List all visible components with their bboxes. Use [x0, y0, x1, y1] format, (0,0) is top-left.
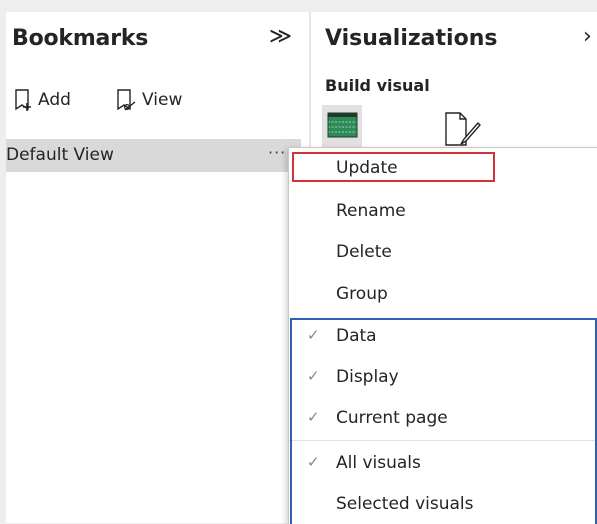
view-bookmark-label: View: [142, 90, 183, 110]
checkmark-icon: ✓: [307, 453, 320, 471]
bookmarks-title: Bookmarks: [12, 26, 149, 51]
build-visual-tab[interactable]: [322, 105, 362, 147]
menu-item-data[interactable]: ✓ Data: [289, 316, 597, 356]
bookmarks-pane: Bookmarks ≫ Add View Default View ···: [6, 12, 309, 523]
menu-item-label: Selected visuals: [336, 494, 474, 514]
menu-item-rename[interactable]: Rename: [289, 191, 597, 231]
add-bookmark-label: Add: [38, 90, 71, 110]
menu-item-group[interactable]: Group: [289, 274, 597, 314]
menu-separator: [289, 440, 597, 441]
menu-item-display[interactable]: ✓ Display: [289, 357, 597, 397]
menu-item-update[interactable]: Update: [289, 148, 597, 188]
bookmark-context-menu: Update Rename Delete Group ✓ Data ✓ Disp…: [288, 147, 597, 524]
menu-item-label: Update: [336, 158, 398, 178]
menu-item-label: Group: [336, 284, 388, 304]
checkmark-icon: ✓: [307, 367, 320, 385]
app-window: Bookmarks ≫ Add View Default View ··· Vi…: [0, 0, 597, 524]
table-visual-icon: [327, 112, 358, 138]
menu-item-label: Data: [336, 326, 377, 346]
menu-item-label: All visuals: [336, 453, 421, 473]
menu-item-delete[interactable]: Delete: [289, 232, 597, 272]
checkmark-icon: ✓: [307, 326, 320, 344]
collapse-pane-icon[interactable]: ≫: [269, 26, 292, 48]
menu-item-label: Delete: [336, 242, 392, 262]
add-bookmark-icon: [15, 89, 31, 111]
menu-item-label: Current page: [336, 408, 448, 428]
menu-item-selected-visuals[interactable]: Selected visuals: [289, 484, 597, 524]
expand-pane-icon[interactable]: ›: [583, 26, 592, 48]
menu-item-label: Rename: [336, 201, 406, 221]
menu-item-current-page[interactable]: ✓ Current page: [289, 398, 597, 438]
more-options-icon[interactable]: ···: [268, 143, 286, 162]
visualizations-title: Visualizations: [325, 26, 498, 51]
bookmark-item-default-view[interactable]: Default View ···: [6, 139, 301, 172]
view-bookmark-icon: [117, 89, 136, 111]
menu-item-label: Display: [336, 367, 399, 387]
menu-item-all-visuals[interactable]: ✓ All visuals: [289, 443, 597, 483]
checkmark-icon: ✓: [307, 408, 320, 426]
view-bookmark-button[interactable]: View: [115, 87, 182, 113]
format-paintbrush-icon: [445, 112, 481, 146]
build-visual-label: Build visual: [325, 76, 430, 95]
bookmark-item-label: Default View: [6, 145, 114, 165]
add-bookmark-button[interactable]: Add: [13, 87, 71, 113]
